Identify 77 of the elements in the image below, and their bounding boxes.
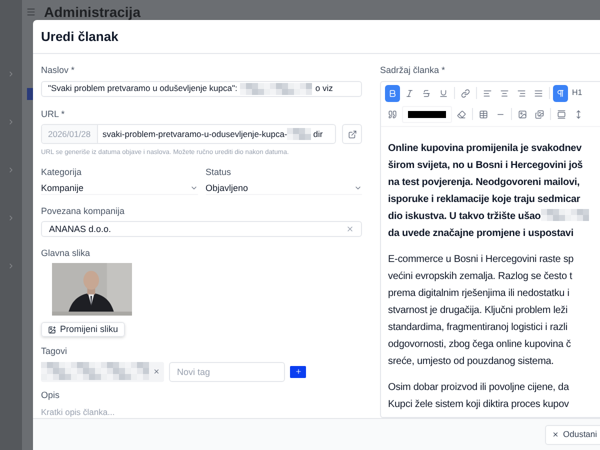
url-prefix: 2026/01/28 [42, 125, 98, 144]
remove-tag-icon[interactable] [153, 368, 160, 376]
bold-button[interactable] [385, 84, 400, 102]
pilcrow-icon [556, 88, 565, 98]
field-value: "Svaki problem pretvaramo u oduševljenje kupca": [48, 82, 238, 95]
field-label: Povezana kompanija [41, 204, 126, 218]
paragraph-line: Kupci žele sistem koji diktira proces kupov [388, 398, 569, 412]
paragraph-line: E-commerce u Bosni i Hercegovini raste sp [388, 252, 574, 266]
image-icon [48, 326, 56, 334]
field-value: dir [312, 128, 323, 140]
paragraph-line: Osim dobar proizvod ili povoljne cijene, da [388, 380, 569, 394]
paragraph-line: odgovornosti, zbog čega online kupovina č [388, 338, 571, 352]
redaction-mosaic [287, 128, 312, 140]
paragraph-line: širom svijeta, no u Bosni i Hercegovini još [388, 158, 583, 172]
heading-button[interactable]: H1 [570, 84, 584, 102]
align-justify-icon [534, 88, 543, 98]
field-label: Opis [41, 389, 61, 402]
link-icon [461, 88, 470, 98]
new-tag-field[interactable]: Novi tag [169, 362, 285, 382]
quote-icon [388, 110, 397, 118]
url-field[interactable]: 2026/01/28 svaki-problem-pretvaramo-u-odusevljenje-kupca- dir [41, 124, 336, 144]
chevron-icon[interactable] [7, 166, 15, 174]
field-value: o viz [315, 82, 333, 95]
paragraph-line: prema digitalnim rješenjima ili nedostatku i [388, 286, 570, 300]
eraser-icon [457, 110, 466, 118]
open-link-button[interactable] [342, 124, 362, 144]
plus-icon [294, 368, 302, 376]
field-label: Glavna slika [41, 246, 92, 260]
paragraph-line: Online kupovina promijenila je svakodnev [388, 142, 582, 156]
description-field[interactable]: Kratki opis članka... [41, 406, 362, 418]
image-icon [518, 110, 527, 118]
add-tag-button[interactable] [290, 366, 306, 378]
clear-icon[interactable] [346, 225, 354, 234]
chevron-icon[interactable] [7, 118, 15, 126]
menu-icon[interactable] [26, 7, 36, 17]
field-value: svaki-problem-pretvaramo-u-odusevljenje-kupca- [102, 128, 288, 140]
close-icon [552, 431, 559, 438]
table-icon [479, 110, 488, 118]
paragraph-line: dio iskustva. U takvo tržište ušao [388, 210, 541, 224]
field-label: Tagovi [41, 345, 68, 358]
paragraph-line: da uvede značajne promjene i uspostavi [388, 226, 574, 240]
dialog-title: Uredi članak [41, 28, 118, 46]
color-picker[interactable] [402, 106, 452, 122]
strikethrough-icon [422, 88, 431, 98]
cancel-button[interactable]: Odustani [545, 424, 600, 444]
align-right-icon [517, 88, 526, 98]
paragraph-line: stvarnost je drugačija. Ključni problem leži [388, 304, 568, 318]
redaction-mosaic [540, 209, 589, 223]
change-image-button[interactable]: Promijeni sliku [41, 322, 126, 338]
field-label: URL * [41, 108, 66, 121]
vertical-arrows-icon [574, 110, 583, 118]
gallery-icon [557, 110, 566, 118]
chevron-icon[interactable] [7, 262, 15, 270]
chevron-icon[interactable] [7, 70, 15, 78]
align-left-icon [483, 88, 492, 98]
company-field[interactable]: ANANAS d.o.o. [41, 221, 362, 238]
paragraph-line: većini evropskih zemalja. Razlog se često t [388, 270, 572, 284]
align-center-icon [500, 88, 509, 98]
app-title: Administracija [44, 2, 140, 22]
field-label: Naslov * [41, 64, 76, 77]
paragraph-line: isporuke i reklamacije koje traju sedmicar [388, 192, 580, 206]
title-field[interactable]: "Svaki problem pretvaramo u oduševljenje kupca": o viz [41, 80, 362, 97]
paragraph-line: na test povjerenja. Neodgovoreni mailovi, [388, 176, 580, 190]
images-icon [535, 110, 544, 118]
select-field[interactable]: Kompanije [41, 182, 198, 196]
paragraph-line: standardima, fragmentiranoj logistici i razli [388, 320, 568, 334]
bold-icon [388, 88, 397, 98]
field-label: Status [206, 166, 232, 179]
field-label: Kategorija [41, 166, 83, 179]
pilcrow-button[interactable] [553, 84, 568, 102]
select-field[interactable]: Objavljeno [206, 182, 362, 196]
external-link-icon [348, 130, 356, 139]
chevron-icon[interactable] [7, 214, 15, 222]
underline-icon [439, 88, 448, 98]
field-label: Sadržaj članka * [380, 64, 446, 77]
italic-icon [405, 88, 414, 98]
paragraph-line: sreće, umjesto od pouzdanog sistema. [388, 354, 554, 368]
